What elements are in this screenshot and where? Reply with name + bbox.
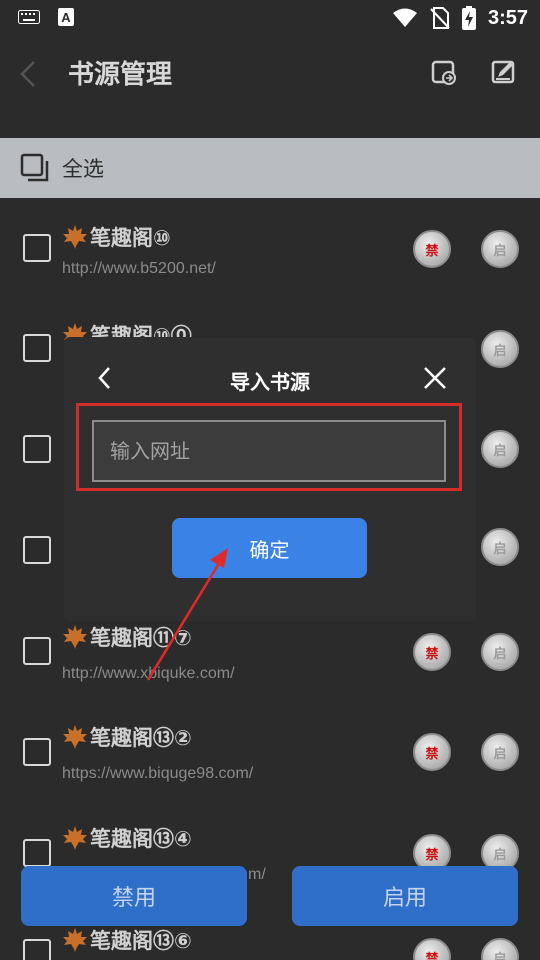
source-name: 笔趣阁⑬⑥: [90, 929, 192, 953]
url-input[interactable]: [92, 420, 446, 482]
clock: 3:57: [487, 6, 528, 29]
battery-charging-icon: [461, 6, 476, 30]
source-url: m/: [248, 866, 266, 883]
confirm-button[interactable]: 确定: [172, 518, 367, 578]
row-checkbox[interactable]: [23, 637, 51, 665]
keyboard-icon: [18, 10, 40, 24]
enable-coin-button[interactable]: 启: [481, 938, 519, 960]
source-name-wrap: 笔趣阁⑩: [62, 222, 171, 252]
edit-icon[interactable]: [490, 58, 518, 86]
maple-leaf-icon: [63, 625, 87, 649]
import-icon[interactable]: [430, 58, 458, 86]
select-all-label: 全选: [62, 157, 104, 181]
enable-button[interactable]: 启用: [292, 866, 518, 926]
back-arrow-icon[interactable]: [14, 54, 44, 94]
ban-coin-button[interactable]: 禁: [413, 733, 451, 771]
ban-button[interactable]: 禁用: [21, 866, 247, 926]
source-url: http://www.b5200.net/: [62, 260, 216, 277]
enable-coin-button[interactable]: 启: [481, 633, 519, 671]
enable-coin-button[interactable]: 启: [481, 230, 519, 268]
row-checkbox[interactable]: [23, 435, 51, 463]
ban-coin-button[interactable]: 禁: [413, 938, 451, 960]
enable-coin-button[interactable]: 启: [481, 330, 519, 368]
row-checkbox[interactable]: [23, 939, 51, 960]
svg-text:A: A: [61, 10, 71, 25]
enable-coin-button[interactable]: 启: [481, 528, 519, 566]
source-name: 笔趣阁⑪⑦: [90, 626, 192, 650]
no-sim-icon: [430, 7, 450, 29]
ban-coin-button[interactable]: 禁: [413, 633, 451, 671]
page-title: 书源管理: [68, 60, 173, 90]
maple-leaf-icon: [63, 725, 87, 749]
source-name: 笔趣阁⑩: [90, 226, 171, 250]
close-icon[interactable]: [422, 365, 448, 391]
select-all-icon: [20, 153, 49, 182]
a-badge-icon: A: [58, 8, 74, 26]
row-checkbox[interactable]: [23, 839, 51, 867]
source-url: http://www.xbiquke.com/: [62, 665, 235, 682]
source-name-wrap: 笔趣阁⑬⑥: [62, 925, 192, 955]
dialog-title: 导入书源: [230, 370, 310, 394]
source-name: 笔趣阁⑬②: [90, 726, 192, 750]
row-checkbox[interactable]: [23, 738, 51, 766]
row-checkbox[interactable]: [23, 234, 51, 262]
maple-leaf-icon: [63, 826, 87, 850]
enable-coin-button[interactable]: 启: [481, 430, 519, 468]
source-url: https://www.biquge98.com/: [62, 765, 254, 782]
source-name-wrap: 笔趣阁⑪⑦: [62, 622, 192, 652]
source-name-wrap: 笔趣阁⑬④: [62, 823, 192, 853]
enable-coin-button[interactable]: 启: [481, 733, 519, 771]
list-item[interactable]: 笔趣阁⑬② https://www.biquge98.com/ 禁 启: [0, 702, 540, 802]
wifi-icon: [392, 8, 417, 27]
select-all-bar[interactable]: 全选: [0, 138, 540, 198]
row-checkbox[interactable]: [23, 536, 51, 564]
ban-coin-button[interactable]: 禁: [413, 230, 451, 268]
import-source-dialog: 导入书源 确定: [64, 337, 476, 621]
source-name-wrap: 笔趣阁⑬②: [62, 722, 192, 752]
list-item[interactable]: 笔趣阁⑩ http://www.b5200.net/ 禁 启: [0, 198, 540, 298]
maple-leaf-icon: [63, 928, 87, 952]
row-checkbox[interactable]: [23, 334, 51, 362]
source-name: 笔趣阁⑬④: [90, 827, 192, 851]
status-bar: A 3:57: [0, 0, 540, 36]
app-bar: 书源管理: [0, 36, 540, 112]
maple-leaf-icon: [63, 225, 87, 249]
